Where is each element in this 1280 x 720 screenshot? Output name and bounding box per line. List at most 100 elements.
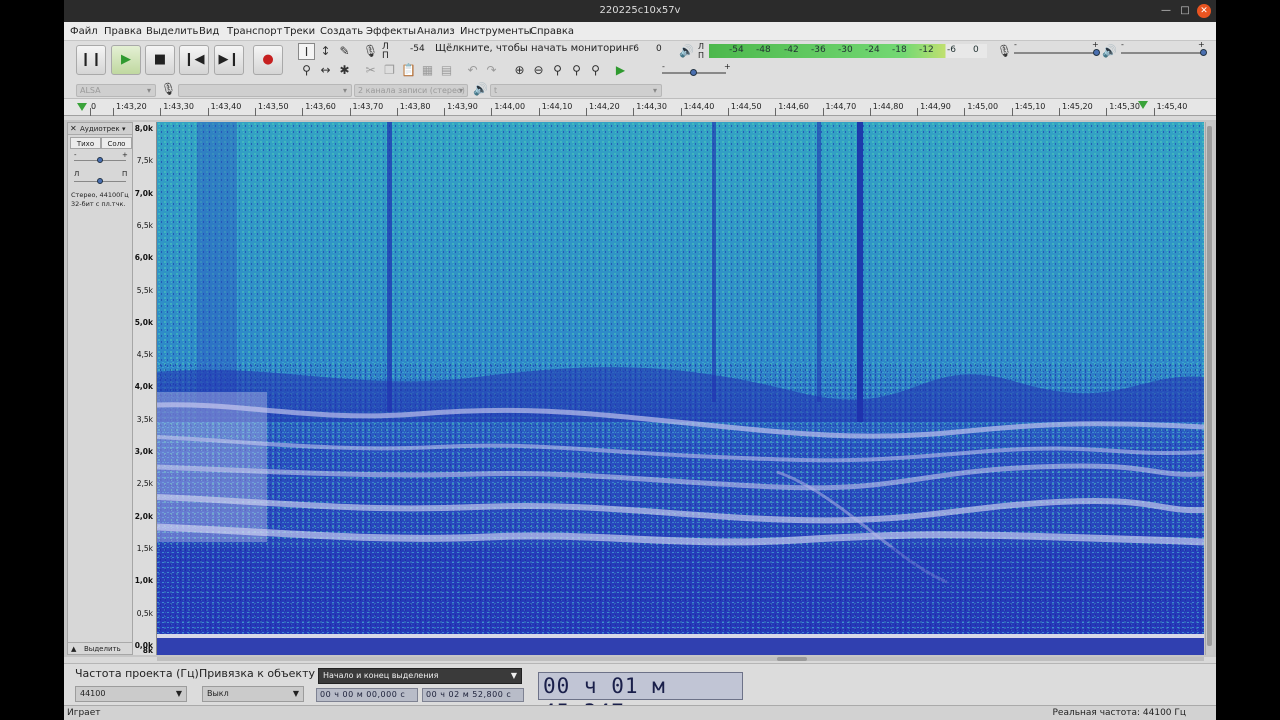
track-name[interactable]: Аудиотрек — [80, 123, 120, 135]
menu-select[interactable]: Выделить — [146, 26, 198, 37]
project-rate-select[interactable]: 44100 ▼ — [75, 686, 187, 702]
channels-select[interactable]: 2 канала записи (стерео) ▾ — [354, 84, 468, 97]
frequency-label: 6,5k — [136, 220, 153, 230]
record-button[interactable]: ● — [253, 45, 283, 75]
frequency-label: 7,0k — [134, 188, 153, 198]
skip-start-button[interactable]: ❙◀ — [179, 45, 209, 75]
selection-mode-select[interactable]: Начало и конец выделения ▼ — [318, 668, 522, 684]
audio-position-display[interactable]: 00 ч 01 м 45.347 с — [538, 672, 743, 720]
undo-icon[interactable]: ↶ — [464, 62, 481, 79]
playback-volume-knob[interactable] — [1200, 49, 1208, 56]
zoom-toggle-icon[interactable]: ⚲ — [587, 62, 604, 79]
horizontal-scrollbar[interactable] — [157, 657, 1204, 661]
fit-selection-icon[interactable]: ⚲ — [549, 62, 566, 79]
timeline-tick-mark — [302, 108, 304, 116]
playback-device-select[interactable]: t ▾ — [490, 84, 662, 97]
maximize-icon[interactable]: □ — [1178, 4, 1192, 18]
record-volume-slider[interactable] — [1014, 52, 1099, 54]
timeline-tick-label: 1:44,40 — [683, 102, 715, 111]
timeline-tick-mark — [538, 108, 540, 116]
snap-select[interactable]: Выкл ▼ — [202, 686, 304, 702]
vertical-scroll-thumb[interactable] — [1207, 126, 1212, 646]
spectrogram-view[interactable] — [157, 122, 1204, 655]
silence-icon[interactable]: ▤ — [438, 62, 455, 79]
envelope-tool-icon[interactable]: ↕ — [317, 43, 334, 60]
playback-meter[interactable]: -54 -48 -42 -36 -30 -24 -18 -12 -6 0 — [709, 44, 987, 58]
menu-view[interactable]: Вид — [199, 26, 219, 37]
timeline-tick-label: 1:44,20 — [589, 102, 620, 111]
timeline-tick-mark — [1011, 108, 1013, 116]
selection-start-time[interactable]: 00 ч 00 м 00,000 с — [316, 688, 418, 702]
timeline-tick-mark — [90, 108, 91, 116]
multi-tool-icon[interactable]: ✱ — [336, 62, 353, 79]
menu-analyze[interactable]: Анализ — [417, 26, 455, 37]
timeline-ruler[interactable]: 0 1:43,20 1:43,30 1:43,40 1:43,50 1:43,60 1:43… — [64, 99, 1216, 116]
speaker-icon[interactable]: 🔊 — [678, 43, 695, 60]
title-bar: 220225c10x57v — □ ✕ — [64, 0, 1216, 22]
close-track-icon[interactable]: ✕ — [70, 123, 77, 135]
timeline-tick-label: 0 — [91, 102, 97, 111]
timeline-tick-label: 1:44,00 — [494, 102, 526, 111]
monitoring-hint[interactable]: Щёлкните, чтобы начать мониторинг — [435, 43, 634, 54]
cut-icon[interactable]: ✂ — [362, 62, 379, 79]
selection-end-time[interactable]: 00 ч 02 м 52,800 с — [422, 688, 524, 702]
play-at-speed-icon[interactable]: ▶ — [612, 62, 629, 79]
selection-tool-icon[interactable]: I — [298, 43, 315, 60]
zoom-tool-icon[interactable]: ⚲ — [298, 62, 315, 79]
timeshift-tool-icon[interactable]: ↔ — [317, 62, 334, 79]
select-track-button[interactable]: Выделить — [84, 643, 121, 655]
trim-icon[interactable]: ▦ — [419, 62, 436, 79]
host-select[interactable]: ALSA ▾ — [76, 84, 156, 97]
play-speed-knob[interactable] — [690, 69, 697, 76]
minimize-icon[interactable]: — — [1159, 4, 1173, 18]
chevron-down-icon: ▼ — [175, 689, 182, 698]
timeline-tick-mark — [113, 108, 114, 116]
timeline-tick-label: 1:44,80 — [872, 102, 904, 111]
record-device-select[interactable]: ▾ — [178, 84, 352, 97]
timeline-tick-mark — [396, 108, 398, 116]
pause-button[interactable]: ❙❙ — [76, 45, 106, 75]
timeline-tick-mark — [207, 108, 209, 116]
collapse-icon[interactable]: ▲ — [71, 643, 76, 655]
skip-end-button[interactable]: ▶❙ — [214, 45, 244, 75]
draw-tool-icon[interactable]: ✎ — [336, 43, 353, 60]
frequency-label: 0,5k — [136, 608, 153, 618]
menu-transport[interactable]: Транспорт — [227, 26, 282, 37]
speed-plus: + — [724, 62, 731, 71]
chevron-down-icon[interactable]: ▾ — [122, 123, 126, 135]
status-bar: Играет Реальная частота: 44100 Гц — [64, 705, 1216, 720]
playback-volume-minus: - — [1121, 40, 1124, 49]
frequency-label: 3,5k — [136, 414, 153, 424]
pan-knob[interactable] — [97, 178, 103, 184]
zoom-in-icon[interactable]: ⊕ — [511, 62, 528, 79]
record-volume-knob[interactable] — [1093, 49, 1101, 56]
gain-knob[interactable] — [97, 157, 103, 163]
menu-tracks[interactable]: Треки — [284, 26, 315, 37]
timeline-tick-mark — [1106, 108, 1108, 116]
menu-edit[interactable]: Правка — [104, 26, 142, 37]
chevron-down-icon: ▼ — [510, 671, 517, 680]
menu-generate[interactable]: Создать — [320, 26, 363, 37]
menu-help[interactable]: Справка — [530, 26, 574, 37]
timeline-tick-label: 1:45,30 — [1109, 102, 1140, 111]
redo-icon[interactable]: ↷ — [483, 62, 500, 79]
microphone-icon[interactable]: 🎙 — [362, 43, 379, 60]
fit-project-icon[interactable]: ⚲ — [568, 62, 585, 79]
horizontal-scroll-thumb[interactable] — [777, 657, 807, 661]
vertical-scrollbar[interactable] — [1205, 122, 1213, 655]
zoom-out-icon[interactable]: ⊖ — [530, 62, 547, 79]
track-control-panel[interactable]: ✕ Аудиотрек ▾ Тихо Соло - + Л П Стерео, … — [67, 122, 133, 655]
close-icon[interactable]: ✕ — [1197, 4, 1211, 18]
mute-button[interactable]: Тихо — [70, 137, 101, 149]
copy-icon[interactable]: ❐ — [381, 62, 398, 79]
menu-effects[interactable]: Эффекты — [366, 26, 416, 37]
solo-button[interactable]: Соло — [101, 137, 132, 149]
paste-icon[interactable]: 📋 — [400, 62, 417, 79]
stop-button[interactable]: ■ — [145, 45, 175, 75]
play-button[interactable]: ▶ — [111, 45, 141, 75]
playback-volume-slider[interactable] — [1121, 52, 1206, 54]
timeline-tick-label: 1:45,00 — [967, 102, 999, 111]
menu-tools[interactable]: Инструменты — [460, 26, 532, 37]
recording-meter[interactable]: Л П -54 Щёлкните, чтобы начать мониторин… — [382, 42, 672, 61]
menu-file[interactable]: Файл — [70, 26, 98, 37]
